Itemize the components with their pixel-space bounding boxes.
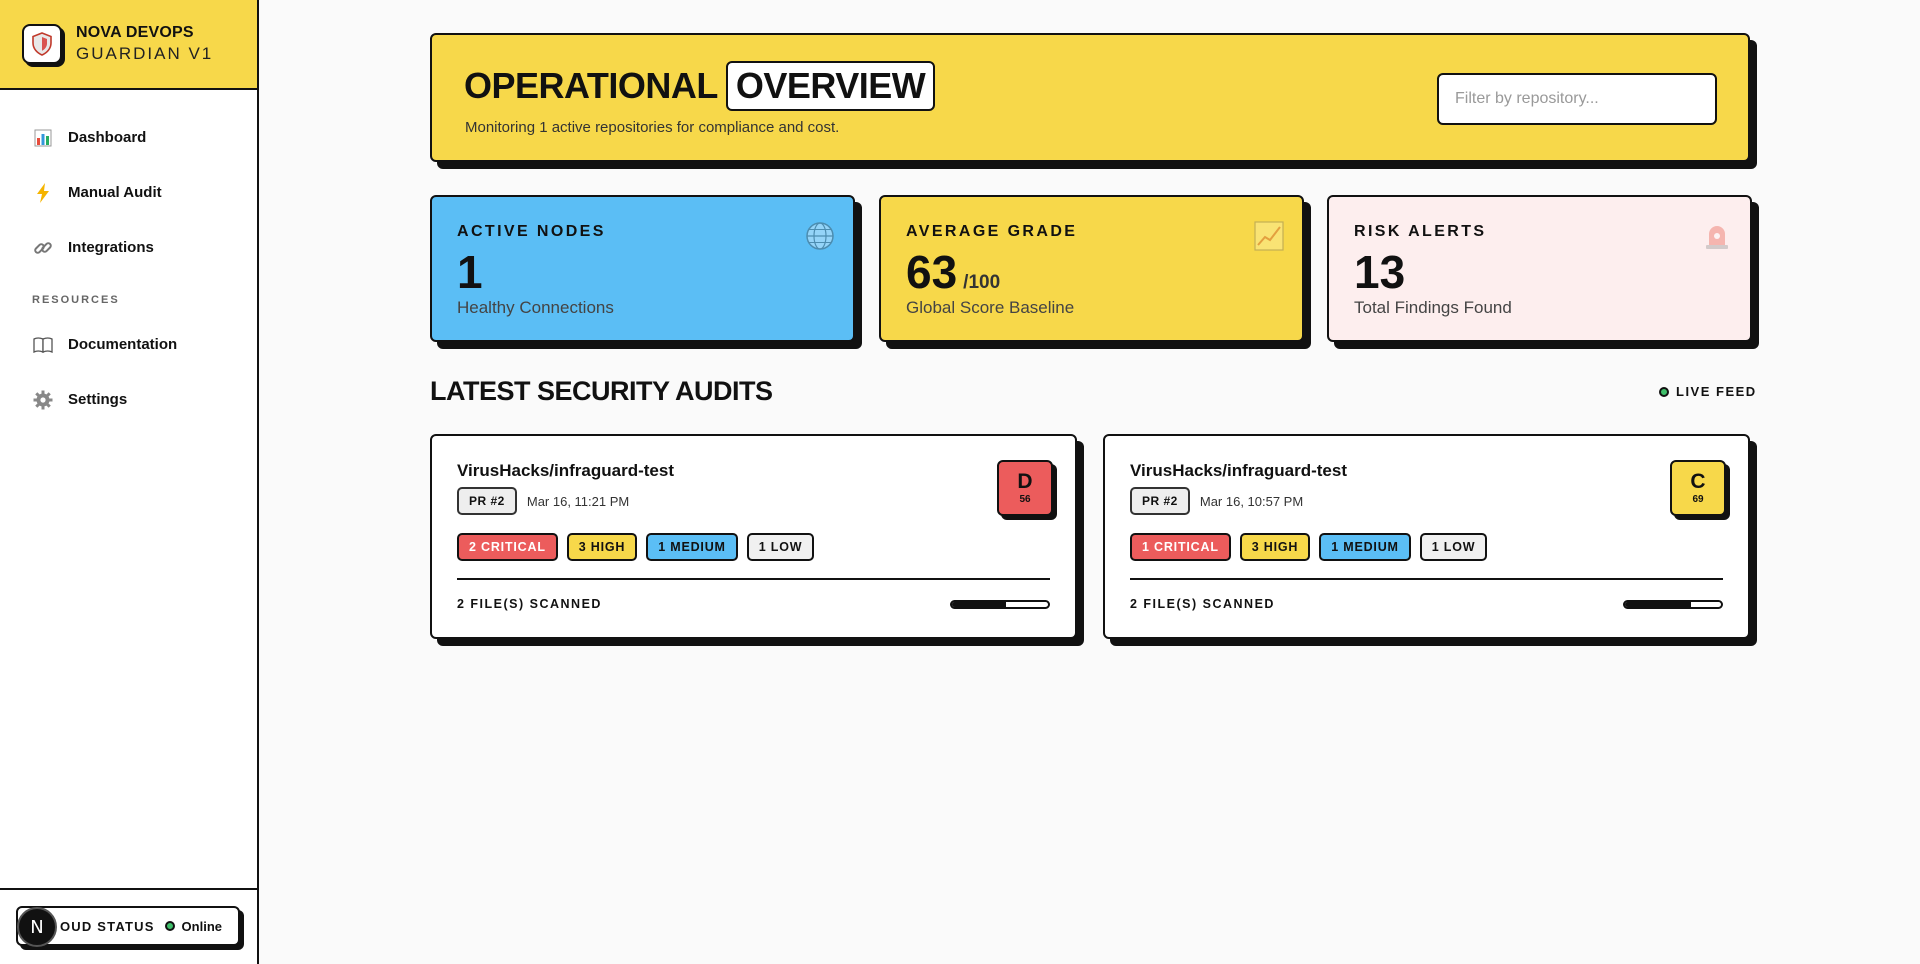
severity-badges: 2 CRITICAL 3 HIGH 1 MEDIUM 1 LOW — [457, 533, 1050, 561]
pr-badge[interactable]: PR #2 — [457, 487, 517, 515]
nav-label-integrations: Integrations — [68, 239, 154, 256]
stat-value: 63 /100 — [906, 249, 1277, 295]
stat-number: 1 — [457, 246, 483, 298]
overview-header: OPERATIONAL OVERVIEW Monitoring 1 active… — [430, 33, 1750, 162]
audit-repo-name: VirusHacks/infraguard-test — [457, 461, 674, 480]
divider — [1130, 578, 1723, 580]
severity-medium-badge: 1 MEDIUM — [1319, 533, 1411, 561]
stat-unit: /100 — [963, 272, 1001, 293]
nav-label-settings: Settings — [68, 391, 128, 408]
severity-critical-badge: 2 CRITICAL — [457, 533, 558, 561]
nav-label-dashboard: Dashboard — [68, 129, 147, 146]
gear-icon — [32, 390, 54, 410]
severity-critical-badge: 1 CRITICAL — [1130, 533, 1231, 561]
cloud-status-label: OUD STATUS — [60, 918, 155, 934]
stat-label: AVERAGE GRADE — [906, 223, 1078, 240]
live-feed-indicator: LIVE FEED — [1659, 384, 1757, 399]
bar-chart-icon — [32, 129, 54, 147]
grade-score: 56 — [1019, 494, 1031, 505]
stat-label: ACTIVE NODES — [457, 223, 606, 240]
score-progress-bar — [1623, 599, 1723, 609]
stat-caption: Global Score Baseline — [906, 298, 1075, 317]
severity-low-badge: 1 LOW — [1419, 533, 1488, 561]
divider — [457, 578, 1050, 580]
stat-label: RISK ALERTS — [1354, 223, 1487, 240]
main-nav: Dashboard Manual Audit Integrations RESO… — [0, 90, 257, 427]
stat-number: 13 — [1354, 246, 1406, 298]
severity-badges: 1 CRITICAL 3 HIGH 1 MEDIUM 1 LOW — [1130, 533, 1723, 561]
nav-item-integrations[interactable]: Integrations — [0, 220, 257, 275]
stat-caption: Healthy Connections — [457, 298, 614, 317]
page-title-left: OPERATIONAL — [464, 65, 718, 106]
nav-item-documentation[interactable]: Documentation — [0, 317, 257, 372]
shield-logo-icon — [22, 24, 62, 64]
files-scanned: 2 FILE(S) SCANNED — [457, 597, 602, 611]
online-dot-icon — [164, 921, 175, 931]
page-subtitle: Monitoring 1 active repositories for com… — [465, 119, 840, 136]
status-online-text: Online — [181, 918, 222, 934]
severity-high-badge: 3 HIGH — [1239, 533, 1311, 561]
status-indicator: Online — [164, 918, 222, 934]
page-title-right: OVERVIEW — [725, 61, 936, 111]
repository-filter-input[interactable] — [1437, 73, 1717, 125]
lightning-icon — [32, 182, 54, 203]
grade-letter: D — [1017, 470, 1033, 493]
files-scanned: 2 FILE(S) SCANNED — [1130, 597, 1275, 611]
nav-item-manual-audit[interactable]: Manual Audit — [0, 165, 257, 220]
link-icon — [32, 238, 54, 258]
nav-label-documentation: Documentation — [68, 336, 178, 353]
grade-score: 69 — [1692, 494, 1704, 505]
stat-value: 1 — [457, 249, 828, 295]
audit-meta: PR #2 Mar 16, 11:21 PM — [457, 487, 1050, 515]
nav-section-resources: RESOURCES — [32, 294, 120, 306]
audit-footer: 2 FILE(S) SCANNED — [457, 597, 1050, 611]
stat-number: 63 — [906, 246, 958, 298]
pr-badge[interactable]: PR #2 — [1130, 487, 1190, 515]
brand-header[interactable]: NOVA DEVOPS GUARDIAN V1 — [0, 0, 257, 90]
stat-card-risk-alerts: RISK ALERTS 13 Total Findings Found — [1327, 195, 1752, 342]
audit-repo-name: VirusHacks/infraguard-test — [1130, 461, 1347, 480]
audit-card[interactable]: VirusHacks/infraguard-test PR #2 Mar 16,… — [430, 434, 1077, 639]
sidebar: NOVA DEVOPS GUARDIAN V1 Dashboard Manual… — [0, 0, 259, 964]
stat-caption: Total Findings Found — [1354, 298, 1512, 317]
live-feed-label: LIVE FEED — [1676, 384, 1757, 399]
audit-card[interactable]: VirusHacks/infraguard-test PR #2 Mar 16,… — [1103, 434, 1750, 639]
grade-badge: D 56 — [997, 460, 1053, 516]
severity-high-badge: 3 HIGH — [566, 533, 638, 561]
severity-medium-badge: 1 MEDIUM — [646, 533, 738, 561]
score-progress-bar — [950, 599, 1050, 609]
stat-card-active-nodes: ACTIVE NODES 1 Healthy Connections — [430, 195, 855, 342]
grade-badge: C 69 — [1670, 460, 1726, 516]
page-title: OPERATIONAL OVERVIEW — [464, 61, 936, 111]
trend-chart-icon — [1254, 221, 1284, 251]
nav-item-settings[interactable]: Settings — [0, 372, 257, 427]
grade-letter: C — [1690, 470, 1706, 493]
globe-icon — [805, 221, 835, 251]
score-progress-fill — [952, 601, 1006, 607]
brand-version: GUARDIAN V1 — [76, 44, 214, 64]
audit-meta: PR #2 Mar 16, 10:57 PM — [1130, 487, 1723, 515]
book-icon — [32, 336, 54, 353]
audit-date: Mar 16, 10:57 PM — [1199, 493, 1304, 509]
score-progress-fill — [1625, 601, 1692, 607]
nav-item-dashboard[interactable]: Dashboard — [0, 110, 257, 165]
stat-card-average-grade: AVERAGE GRADE 63 /100 Global Score Basel… — [879, 195, 1304, 342]
nav-label-manual-audit: Manual Audit — [68, 184, 162, 201]
live-dot-icon — [1659, 386, 1669, 397]
audit-date: Mar 16, 11:21 PM — [526, 493, 630, 509]
avatar[interactable]: N — [17, 907, 57, 947]
siren-icon — [1702, 221, 1732, 251]
section-title-latest-audits: LATEST SECURITY AUDITS — [430, 376, 773, 406]
audit-footer: 2 FILE(S) SCANNED — [1130, 597, 1723, 611]
severity-low-badge: 1 LOW — [746, 533, 815, 561]
brand-name: NOVA DEVOPS — [76, 24, 194, 42]
stat-value: 13 — [1354, 249, 1725, 295]
